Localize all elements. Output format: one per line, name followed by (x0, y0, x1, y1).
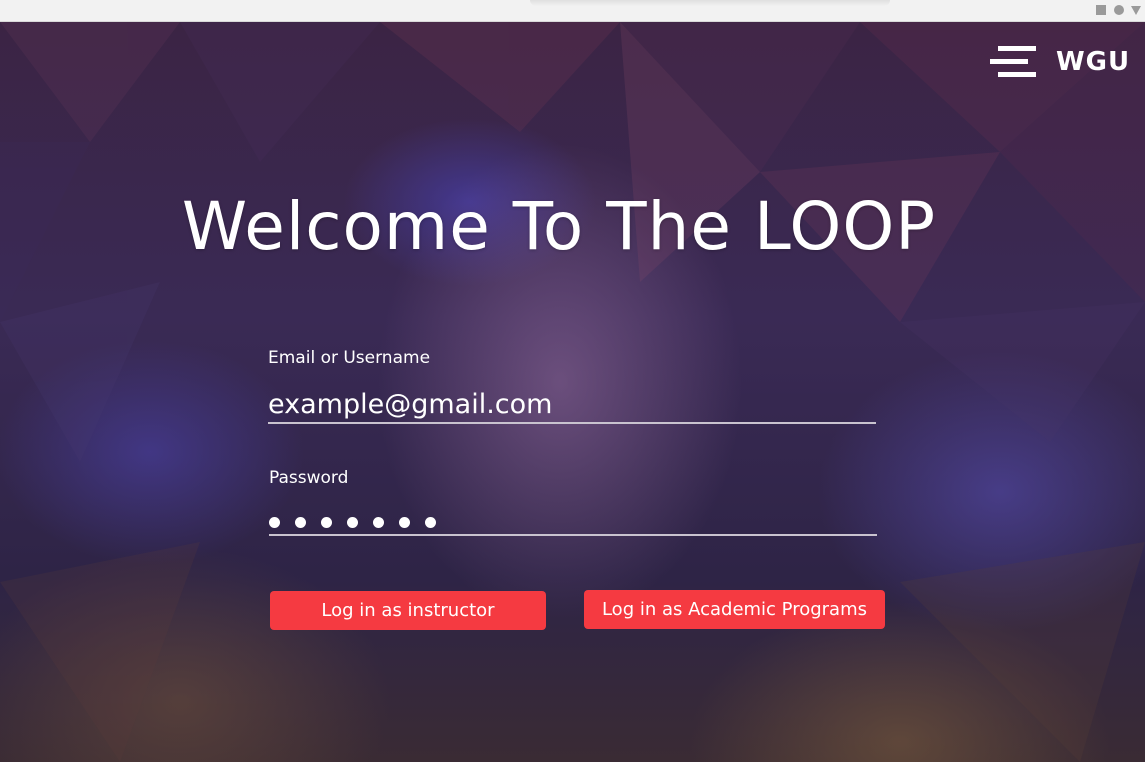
triangle-down-icon[interactable] (1131, 6, 1141, 15)
wgu-logo[interactable]: WGU (990, 45, 1130, 79)
password-dot (347, 517, 358, 528)
password-dot (321, 517, 332, 528)
titlebar-notch (530, 0, 890, 6)
password-field[interactable] (269, 508, 877, 536)
password-dot (295, 517, 306, 528)
facet (900, 542, 1145, 762)
facet (0, 22, 180, 142)
password-mask (269, 517, 451, 528)
password-dot (373, 517, 384, 528)
email-label: Email or Username (268, 348, 431, 368)
login-academic-programs-button[interactable]: Log in as Academic Programs (584, 590, 885, 629)
password-dot (269, 517, 280, 528)
facet (0, 542, 200, 762)
password-dot (425, 517, 436, 528)
facet (0, 282, 160, 462)
email-field[interactable] (268, 386, 876, 424)
facet (380, 22, 620, 132)
window-titlebar (0, 0, 1145, 22)
logo-text: WGU (1056, 47, 1131, 77)
page-title: Welcome To The LOOP (181, 188, 937, 265)
facet (180, 22, 380, 162)
square-icon[interactable] (1096, 5, 1106, 15)
facet (900, 302, 1145, 442)
wgu-bars-icon (990, 45, 1036, 79)
password-dot (399, 517, 410, 528)
login-instructor-button[interactable]: Log in as instructor (270, 591, 546, 630)
password-label: Password (269, 468, 349, 488)
circle-icon[interactable] (1114, 5, 1124, 15)
hero-background: WGU Welcome To The LOOP Email or Usernam… (0, 22, 1145, 762)
